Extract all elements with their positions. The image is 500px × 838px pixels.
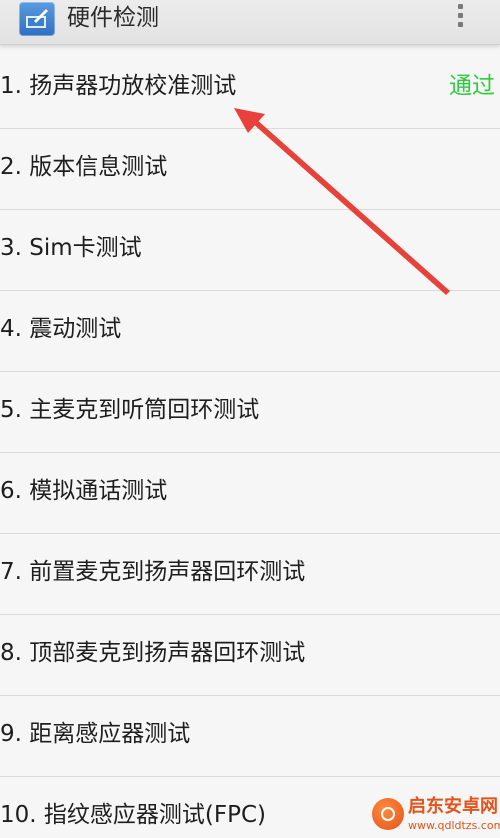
test-item-version-info[interactable]: 2. 版本信息测试 (0, 129, 500, 210)
watermark: 启东安卓网 www.qdldtzs.com (366, 796, 500, 838)
test-item-main-mic-receiver-loop[interactable]: 5. 主麦克到听筒回环测试 (0, 372, 500, 453)
test-item-label: 8. 顶部麦克到扬声器回环测试 (0, 640, 306, 666)
watermark-name: 启东安卓网 (408, 796, 498, 817)
page-title: 硬件检测 (67, 5, 159, 31)
test-item-simulated-call[interactable]: 6. 模拟通话测试 (0, 453, 500, 534)
test-item-front-mic-speaker-loop[interactable]: 7. 前置麦克到扬声器回环测试 (0, 534, 500, 615)
test-item-sim-card[interactable]: 3. Sim卡测试 (0, 210, 500, 291)
action-bar: 硬件检测 (0, 0, 500, 45)
test-item-label: 7. 前置麦克到扬声器回环测试 (0, 559, 306, 585)
test-item-speaker-calibration[interactable]: 1. 扬声器功放校准测试 通过 (0, 48, 500, 129)
test-item-label: 10. 指纹感应器测试(FPC) (0, 802, 266, 828)
overflow-menu-icon[interactable] (446, 0, 476, 38)
hardware-test-screen: 硬件检测 1. 扬声器功放校准测试 通过 2. 版本信息测试 3. Sim卡测试… (0, 0, 500, 838)
test-item-label: 3. Sim卡测试 (0, 235, 142, 261)
test-list: 1. 扬声器功放校准测试 通过 2. 版本信息测试 3. Sim卡测试 4. 震… (0, 48, 500, 838)
hardware-test-app-icon (19, 2, 55, 36)
test-item-label: 5. 主麦克到听筒回环测试 (0, 397, 260, 423)
test-item-label: 2. 版本信息测试 (0, 154, 168, 180)
test-status-badge: 通过 (449, 73, 495, 99)
test-item-proximity-sensor[interactable]: 9. 距离感应器测试 (0, 696, 500, 777)
test-item-label: 1. 扬声器功放校准测试 (0, 73, 237, 99)
test-item-top-mic-speaker-loop[interactable]: 8. 顶部麦克到扬声器回环测试 (0, 615, 500, 696)
watermark-logo-icon (372, 798, 404, 830)
test-item-label: 4. 震动测试 (0, 316, 122, 342)
watermark-url: www.qdldtzs.com (408, 819, 500, 832)
test-item-label: 6. 模拟通话测试 (0, 478, 168, 504)
test-item-vibration[interactable]: 4. 震动测试 (0, 291, 500, 372)
test-item-label: 9. 距离感应器测试 (0, 721, 191, 747)
